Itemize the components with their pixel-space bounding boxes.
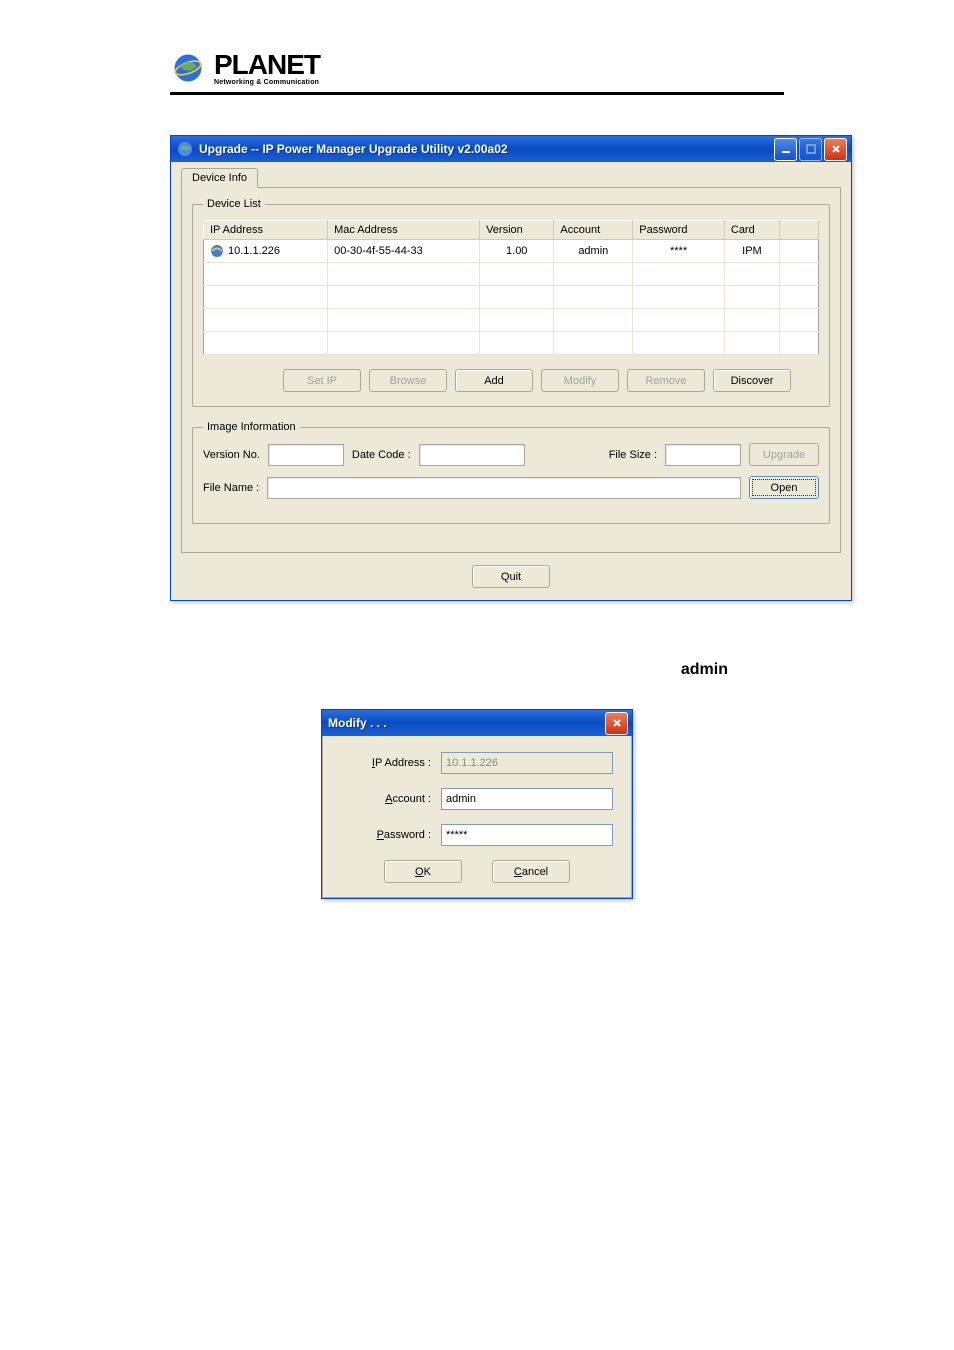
- password-field[interactable]: [441, 824, 613, 846]
- modify-dialog: Modify . . . IP Address : Account :: [321, 709, 633, 899]
- col-ip[interactable]: IP Address: [204, 221, 328, 240]
- tab-device-info[interactable]: Device Info: [181, 168, 258, 188]
- browse-button: Browse: [369, 369, 447, 392]
- col-account[interactable]: Account: [554, 221, 633, 240]
- table-row[interactable]: [204, 263, 819, 286]
- device-list-group: Device List IP Address Mac Address Versi…: [192, 198, 830, 407]
- version-no-field: [268, 444, 344, 466]
- cell-version: 1.00: [480, 240, 554, 263]
- brand-header: PLANET Networking & Communication: [170, 50, 784, 95]
- version-no-label: Version No.: [203, 449, 260, 461]
- cell-account: admin: [554, 240, 633, 263]
- table-row[interactable]: [204, 332, 819, 355]
- image-info-legend: Image Information: [203, 421, 300, 433]
- table-row[interactable]: [204, 309, 819, 332]
- remove-button: Remove: [627, 369, 705, 392]
- close-button[interactable]: [824, 138, 847, 161]
- ip-field: [441, 752, 613, 774]
- discover-button[interactable]: Discover: [713, 369, 791, 392]
- window-titlebar[interactable]: Upgrade -- IP Power Manager Upgrade Util…: [171, 136, 851, 162]
- date-code-field: [419, 444, 525, 466]
- modify-button: Modify: [541, 369, 619, 392]
- file-size-field: [665, 444, 741, 466]
- image-info-group: Image Information Version No. Date Code …: [192, 421, 830, 524]
- file-name-label: File Name :: [203, 482, 259, 494]
- file-size-label: File Size :: [609, 449, 657, 461]
- ie-icon: [210, 244, 224, 258]
- file-name-field: [267, 477, 741, 499]
- tab-panel-device-info: Device List IP Address Mac Address Versi…: [181, 187, 841, 553]
- set-ip-button: Set IP: [283, 369, 361, 392]
- window-title: Upgrade -- IP Power Manager Upgrade Util…: [199, 142, 774, 156]
- quit-button[interactable]: Quit: [472, 565, 550, 588]
- device-list-legend: Device List: [203, 198, 265, 210]
- planet-globe-icon: [170, 50, 206, 86]
- account-label: Account :: [341, 793, 441, 805]
- brand-tagline: Networking & Communication: [214, 79, 320, 86]
- dialog-title: Modify . . .: [328, 716, 605, 730]
- admin-text: admin: [170, 661, 784, 679]
- ip-label: IP Address :: [341, 757, 441, 769]
- dialog-titlebar[interactable]: Modify . . .: [322, 710, 632, 736]
- col-password[interactable]: Password: [633, 221, 725, 240]
- dialog-close-button[interactable]: [605, 712, 628, 735]
- app-icon: [177, 141, 193, 157]
- cell-mac: 00-30-4f-55-44-33: [328, 240, 480, 263]
- open-button[interactable]: Open: [749, 476, 819, 499]
- ok-button[interactable]: OK: [384, 860, 462, 883]
- col-extra: [780, 221, 819, 240]
- col-version[interactable]: Version: [480, 221, 554, 240]
- password-label: Password :: [341, 829, 441, 841]
- cell-card: IPM: [724, 240, 779, 263]
- date-code-label: Date Code :: [352, 449, 411, 461]
- table-row[interactable]: 10.1.1.226 00-30-4f-55-44-33 1.00 admin …: [204, 240, 819, 263]
- minimize-button[interactable]: [774, 138, 797, 161]
- col-mac[interactable]: Mac Address: [328, 221, 480, 240]
- table-row[interactable]: [204, 286, 819, 309]
- upgrade-window: Upgrade -- IP Power Manager Upgrade Util…: [170, 135, 852, 601]
- cell-password: ****: [633, 240, 725, 263]
- maximize-button: [799, 138, 822, 161]
- account-field[interactable]: [441, 788, 613, 810]
- add-button[interactable]: Add: [455, 369, 533, 392]
- cell-ip: 10.1.1.226: [228, 245, 280, 257]
- brand-name: PLANET: [214, 51, 320, 79]
- col-card[interactable]: Card: [724, 221, 779, 240]
- upgrade-button: Upgrade: [749, 443, 819, 466]
- device-table[interactable]: IP Address Mac Address Version Account P…: [203, 220, 819, 355]
- cancel-button[interactable]: Cancel: [492, 860, 570, 883]
